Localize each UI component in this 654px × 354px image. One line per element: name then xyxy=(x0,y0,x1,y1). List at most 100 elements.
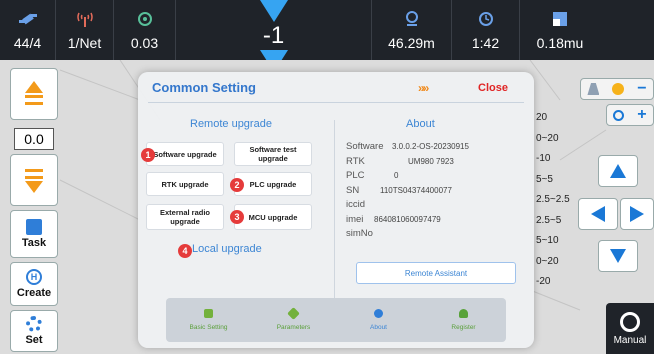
legend-item: 2.5~2.5 xyxy=(536,194,570,205)
set-button[interactable]: Set xyxy=(10,310,58,352)
target-icon xyxy=(136,9,154,29)
task-button[interactable]: Task xyxy=(10,210,58,258)
external-radio-upgrade-button[interactable]: External radio upgrade xyxy=(146,204,224,230)
dialog-tab-bar: Basic Setting Parameters About Register xyxy=(166,298,506,342)
decrease-arrow-icon[interactable] xyxy=(259,0,288,22)
network-status[interactable]: 1/Net xyxy=(56,0,114,60)
step-badge: 3 xyxy=(230,210,244,224)
nav-right-button[interactable] xyxy=(620,198,654,230)
chevron-right-icon[interactable]: »» xyxy=(418,81,429,95)
create-button[interactable]: H Create xyxy=(10,262,58,306)
distance-status[interactable]: 46.29m xyxy=(372,0,452,60)
about-row: PLC 0 xyxy=(346,169,469,184)
plc-upgrade-button[interactable]: PLC upgrade xyxy=(234,172,312,196)
arrow-stem xyxy=(25,176,43,179)
dialog-title: Common Setting xyxy=(152,80,256,95)
up-arrow-icon xyxy=(610,164,626,178)
tab-label: About xyxy=(370,324,387,331)
local-upgrade-link[interactable]: Local upgrade xyxy=(192,243,262,255)
area-value: 0.18mu xyxy=(536,35,584,51)
step-value[interactable]: 0.0 xyxy=(14,128,54,150)
tab-basic-setting[interactable]: Basic Setting xyxy=(166,298,251,342)
locate-icon[interactable] xyxy=(613,109,625,121)
create-icon: H xyxy=(26,269,42,285)
legend-item: -10 xyxy=(536,153,551,164)
sun-icon[interactable] xyxy=(612,83,625,95)
tab-label: Basic Setting xyxy=(189,324,228,331)
network-value: 1/Net xyxy=(67,35,102,51)
time-status[interactable]: 1:42 xyxy=(452,0,520,60)
about-value: 0 xyxy=(394,171,399,180)
about-key: simNo xyxy=(346,228,373,239)
zoom-in-icon[interactable]: + xyxy=(637,106,646,124)
move-up-button[interactable] xyxy=(10,68,58,120)
down-arrow-icon xyxy=(610,249,626,263)
task-label: Task xyxy=(21,237,47,249)
about-heading: About xyxy=(406,118,435,130)
about-row: RTK UM980 7923 xyxy=(346,155,469,170)
satellite-status[interactable]: 44/4 xyxy=(0,0,56,60)
software-test-upgrade-button[interactable]: Software test upgrade xyxy=(234,142,312,166)
step-badge: 4 xyxy=(178,244,192,258)
software-upgrade-button[interactable]: Software upgrade xyxy=(146,142,224,166)
about-row: iccid xyxy=(346,198,469,213)
legend-item: 2.5~5 xyxy=(536,214,562,226)
mcu-upgrade-button[interactable]: MCU upgrade xyxy=(234,204,312,230)
about-row: Software 3.0.0.2-OS-20230915 xyxy=(346,140,469,155)
arrow-up-icon xyxy=(25,81,43,93)
user-icon xyxy=(459,309,468,318)
remote-assistant-button[interactable]: Remote Assistant xyxy=(356,262,516,284)
road-icon[interactable] xyxy=(587,83,600,95)
distance-value: 46.29m xyxy=(388,35,435,51)
accuracy-value: 0.03 xyxy=(130,35,159,51)
common-setting-dialog: Common Setting »» Close Remote upgrade A… xyxy=(138,72,534,348)
map-tools-bar-2: + xyxy=(606,104,654,126)
step-badge: 1 xyxy=(141,148,155,162)
legend-list: 20 0~20 -10 5~5 2.5~2.5 2.5~5 5~10 0~20 … xyxy=(536,108,570,293)
legend-item: 0~20 xyxy=(536,132,559,144)
about-value: UM980 7923 xyxy=(408,156,454,166)
area-status[interactable]: 0.18mu xyxy=(520,0,600,60)
nav-up-button[interactable] xyxy=(598,155,638,187)
offset-adjuster: -1 xyxy=(176,0,372,72)
tab-label: Parameters xyxy=(276,324,311,331)
create-label: Create xyxy=(16,287,52,299)
arrow-stem xyxy=(25,95,43,98)
satellite-icon xyxy=(18,9,37,29)
tab-parameters[interactable]: Parameters xyxy=(251,298,336,342)
area-icon xyxy=(552,9,568,29)
tab-about[interactable]: About xyxy=(336,298,421,342)
arrow-base xyxy=(25,169,43,172)
legend-item: 0~20 xyxy=(536,255,559,267)
set-label: Set xyxy=(25,334,43,346)
remote-upgrade-heading: Remote upgrade xyxy=(190,118,272,130)
clock-icon xyxy=(477,9,495,29)
info-icon xyxy=(374,309,383,318)
nav-left-button[interactable] xyxy=(578,198,618,230)
section-divider xyxy=(334,120,335,300)
left-arrow-icon xyxy=(591,206,605,222)
step-badge: 2 xyxy=(230,178,244,192)
nav-down-button[interactable] xyxy=(598,240,638,272)
move-down-button[interactable] xyxy=(10,154,58,206)
zoom-out-icon[interactable]: − xyxy=(637,80,646,98)
legend-item: -20 xyxy=(536,276,551,287)
rtk-upgrade-button[interactable]: RTK upgrade xyxy=(146,172,224,196)
steering-wheel-icon xyxy=(620,311,640,332)
title-divider xyxy=(148,102,524,103)
about-row: imei 864081060097479 xyxy=(346,213,469,228)
about-info: Software 3.0.0.2-OS-20230915 RTK UM980 792… xyxy=(346,140,469,242)
legend-item: 5~10 xyxy=(536,235,559,246)
manual-mode-button[interactable]: Manual xyxy=(606,303,654,354)
task-icon xyxy=(26,219,42,235)
tab-register[interactable]: Register xyxy=(421,298,506,342)
accuracy-status[interactable]: 0.03 xyxy=(114,0,176,60)
about-key: Software xyxy=(346,141,384,152)
close-button[interactable]: Close xyxy=(478,82,508,94)
wrench-icon xyxy=(287,307,300,320)
arrow-down-icon xyxy=(25,181,43,193)
arrow-base xyxy=(25,102,43,105)
about-value: 864081060097479 xyxy=(374,214,441,224)
satellite-count: 44/4 xyxy=(13,35,42,51)
antenna-icon xyxy=(76,9,94,29)
